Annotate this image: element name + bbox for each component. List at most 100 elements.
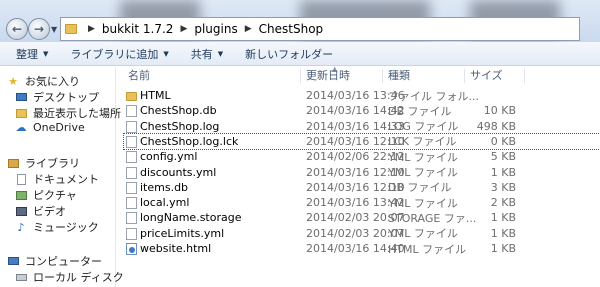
file-icon: [126, 166, 137, 179]
nav-music-label: ミュージック: [33, 221, 99, 234]
file-row[interactable]: ChestShop.log 2014/03/16 14:33 LOG ファイル 498…: [124, 119, 600, 134]
recent-pages-dropdown-icon[interactable]: ▼: [51, 25, 57, 34]
file-name: config.yml: [140, 150, 198, 164]
forward-button[interactable]: →: [28, 18, 50, 40]
breadcrumb-chestshop[interactable]: ChestShop: [259, 22, 324, 36]
drive-icon: [14, 271, 28, 283]
file-type: LCK ファイル: [388, 135, 457, 149]
column-header-size[interactable]: サイズ: [470, 67, 503, 83]
share-button[interactable]: 共有 ▼: [191, 46, 223, 62]
nav-computer[interactable]: コンピューター: [6, 253, 102, 269]
nav-documents[interactable]: ドキュメント: [14, 171, 99, 187]
file-size: 10 KB: [483, 104, 516, 118]
column-divider[interactable]: [524, 69, 525, 83]
nav-libraries[interactable]: ライブラリ: [6, 155, 80, 171]
file-size: 1 KB: [490, 242, 516, 255]
share-label: 共有: [190, 47, 213, 61]
nav-recent-places[interactable]: 最近表示した場所: [14, 105, 121, 121]
new-folder-label: 新しいフォルダー: [245, 47, 334, 61]
command-bar: 整理 ▼ ライブラリに追加 ▼ 共有 ▼ 新しいフォルダー: [0, 42, 600, 66]
file-size: 2 KB: [490, 196, 516, 210]
chevron-right-icon[interactable]: ▶: [180, 24, 187, 34]
nav-pictures-label: ピクチャ: [33, 189, 77, 202]
file-name: local.yml: [140, 196, 190, 210]
file-icon: [126, 212, 137, 225]
new-folder-button[interactable]: 新しいフォルダー: [245, 46, 333, 62]
file-icon: [126, 135, 137, 148]
file-row[interactable]: items.db 2014/03/16 12:10 DB ファイル 3 KB: [124, 180, 600, 195]
nav-computer-label: コンピューター: [25, 255, 102, 268]
include-in-library-button[interactable]: ライブラリに追加 ▼: [70, 46, 168, 62]
file-name: ChestShop.db: [140, 104, 217, 118]
file-row[interactable]: discounts.yml 2014/03/16 12:10 YML ファイル 1 K…: [124, 165, 600, 180]
folder-icon: [65, 24, 77, 34]
nav-pictures[interactable]: ピクチャ: [14, 187, 77, 203]
column-header-name[interactable]: 名前: [128, 67, 150, 83]
column-header-date[interactable]: 更新日時: [306, 67, 350, 83]
star-icon: ★: [8, 74, 18, 88]
chevron-down-icon: ▼: [163, 49, 169, 58]
file-name: website.html: [140, 242, 212, 255]
back-button[interactable]: ←: [6, 18, 28, 40]
desktop-icon: [14, 91, 28, 103]
nav-onedrive[interactable]: ☁ OneDrive: [14, 121, 85, 134]
file-name: priceLimits.yml: [140, 226, 225, 240]
breadcrumb-plugins[interactable]: plugins: [194, 22, 237, 36]
file-row[interactable]: config.yml 2014/02/06 22:12 YML ファイル 5 KB: [124, 149, 600, 164]
column-header-type[interactable]: 種類: [388, 67, 410, 83]
column-divider[interactable]: [464, 69, 465, 83]
file-row[interactable]: ChestShop.db 2014/03/16 14:42 DB ファイル 10 KB: [124, 103, 600, 118]
file-size: 1 KB: [490, 226, 516, 240]
file-size: 1 KB: [490, 211, 516, 225]
nav-favorites[interactable]: ★ お気に入り: [6, 73, 80, 89]
folder-icon: [126, 92, 137, 101]
file-type: YML ファイル: [388, 227, 458, 241]
nav-local-disk[interactable]: ローカル ディスク: [14, 269, 124, 285]
file-list: ▲ 名前 更新日時 種類 サイズ HTML 2014/03/16 13:46 ファイ…: [123, 65, 600, 287]
organize-button[interactable]: 整理 ▼: [16, 46, 48, 62]
back-arrow-icon: ←: [11, 22, 23, 36]
nav-desktop-label: デスクトップ: [33, 91, 99, 104]
document-icon: [14, 173, 28, 185]
file-size: 1 KB: [490, 165, 516, 179]
address-bar-region: ← → ▼ ▶ bukkit 1.7.2 ▶ plugins ▶ ChestSh…: [0, 0, 600, 42]
chevron-down-icon: ▼: [43, 49, 49, 58]
nav-favorites-label: お気に入り: [25, 75, 80, 88]
file-type: YML ファイル: [388, 196, 458, 210]
chevron-right-icon[interactable]: ▶: [88, 24, 95, 34]
music-icon: ♪: [17, 220, 25, 234]
file-icon: [126, 151, 137, 164]
file-row[interactable]: priceLimits.yml 2014/02/03 20:07 YML ファイル 1…: [124, 226, 600, 241]
address-bar[interactable]: ▶ bukkit 1.7.2 ▶ plugins ▶ ChestShop: [60, 17, 580, 41]
nav-videos[interactable]: ビデオ: [14, 203, 66, 219]
include-in-library-label: ライブラリに追加: [70, 47, 159, 61]
nav-desktop[interactable]: デスクトップ: [14, 89, 99, 105]
file-icon: [126, 120, 137, 133]
nav-videos-label: ビデオ: [33, 205, 66, 218]
video-icon: [14, 205, 28, 217]
recent-places-icon: [14, 107, 28, 119]
file-row[interactable]: longName.storage 2014/02/03 20:07 STORAGE …: [124, 210, 600, 225]
file-row[interactable]: ChestShop.log.lck 2014/03/16 12:10 LCK ファイ…: [123, 132, 600, 150]
file-type: ファイル フォル...: [388, 89, 479, 103]
chevron-right-icon[interactable]: ▶: [245, 24, 252, 34]
library-icon: [6, 157, 20, 169]
file-icon: [126, 227, 137, 240]
file-row[interactable]: HTML 2014/03/16 13:46 ファイル フォル...: [124, 88, 600, 103]
file-row[interactable]: website.html 2014/03/16 14:40 HTML ファイル 1 K…: [124, 241, 600, 256]
breadcrumb-bukkit[interactable]: bukkit 1.7.2: [102, 22, 174, 36]
file-type: YML ファイル: [388, 166, 458, 179]
forward-arrow-icon: →: [33, 22, 45, 36]
file-icon: [126, 181, 137, 194]
cloud-icon: ☁: [15, 121, 27, 134]
file-size: 3 KB: [490, 180, 516, 194]
file-row[interactable]: local.yml 2014/03/16 13:42 YML ファイル 2 KB: [124, 195, 600, 210]
file-size: 498 KB: [476, 119, 516, 133]
computer-icon: [6, 255, 20, 267]
nav-music[interactable]: ♪ ミュージック: [14, 219, 99, 235]
file-name: discounts.yml: [140, 165, 217, 179]
nav-local-disk-label: ローカル ディスク: [33, 271, 124, 284]
column-divider[interactable]: [382, 69, 383, 83]
column-divider[interactable]: [300, 69, 301, 83]
organize-label: 整理: [16, 47, 38, 61]
